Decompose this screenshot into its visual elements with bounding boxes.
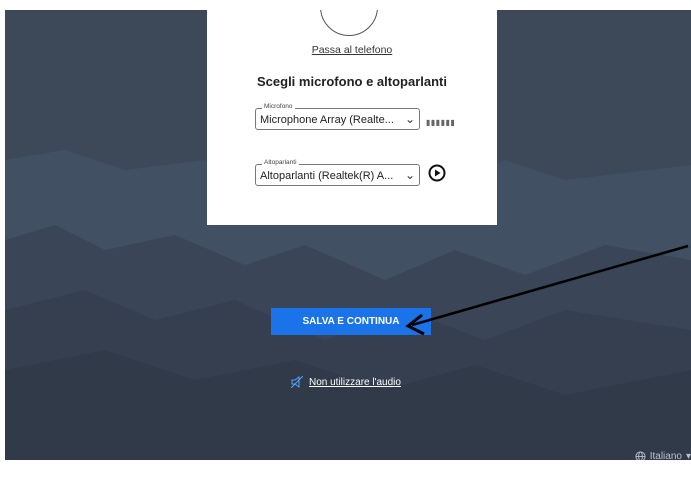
annotation-arrow	[405, 244, 689, 336]
